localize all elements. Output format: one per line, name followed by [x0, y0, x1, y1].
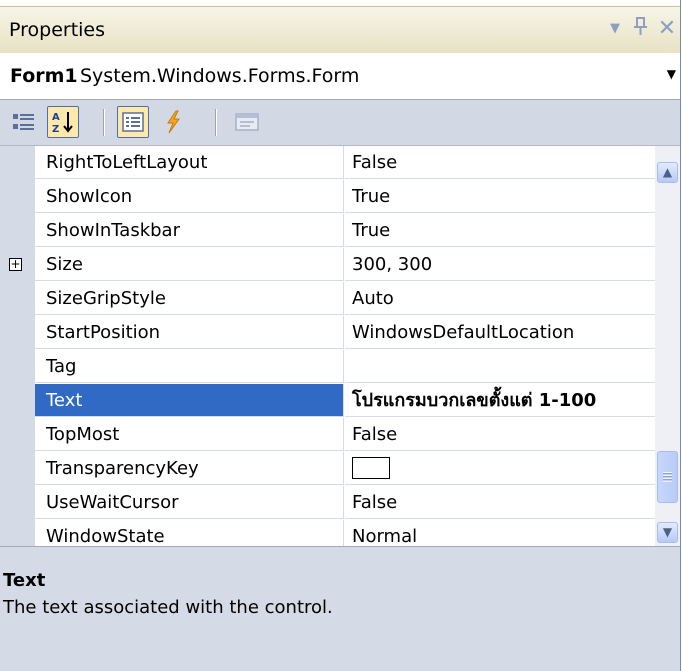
grip-icon: [663, 472, 672, 482]
events-button[interactable]: [157, 106, 189, 138]
property-row-tag[interactable]: Tag: [0, 350, 655, 384]
object-type: System.Windows.Forms.Form: [80, 65, 360, 87]
object-selector[interactable]: Form1 System.Windows.Forms.Form ▼: [0, 53, 680, 100]
pin-icon[interactable]: [630, 16, 652, 42]
close-icon[interactable]: ✕: [656, 16, 678, 42]
properties-window: Properties ▼ ✕ Form1 System.Windows.Form…: [0, 0, 681, 671]
row-gutter: [0, 418, 35, 452]
property-value[interactable]: 300, 300: [345, 248, 655, 281]
property-value[interactable]: [345, 350, 655, 383]
row-gutter: [0, 214, 35, 248]
alphabetical-button[interactable]: A Z: [47, 106, 79, 138]
property-name: UseWaitCursor: [35, 486, 344, 519]
toolbar-separator: [103, 109, 105, 136]
property-row-right-to-left-layout[interactable]: RightToLeftLayout False: [0, 146, 655, 180]
scroll-up-icon[interactable]: ▲: [657, 162, 678, 183]
property-row-show-icon[interactable]: ShowIcon True: [0, 180, 655, 214]
expand-plus-icon[interactable]: +: [9, 258, 22, 271]
property-row-start-position[interactable]: StartPosition WindowsDefaultLocation: [0, 316, 655, 350]
toolbar: A Z: [0, 100, 680, 146]
row-gutter: [0, 282, 35, 316]
property-name: ShowIcon: [35, 180, 344, 213]
property-name: Tag: [35, 350, 344, 383]
row-gutter: [0, 316, 35, 350]
categorized-button[interactable]: [8, 106, 40, 138]
properties-icon: [122, 112, 144, 132]
vertical-scrollbar[interactable]: ▲ ▼: [655, 146, 680, 546]
property-row-size[interactable]: + Size 300, 300: [0, 248, 655, 282]
property-value[interactable]: [345, 452, 655, 485]
property-name: TopMost: [35, 418, 344, 451]
property-row-use-wait-cursor[interactable]: UseWaitCursor False: [0, 486, 655, 520]
property-row-size-grip-style[interactable]: SizeGripStyle Auto: [0, 282, 655, 316]
property-value[interactable]: โปรแกรมบวกเลขตั้งแต่ 1-100: [345, 384, 655, 417]
property-row-text[interactable]: Text โปรแกรมบวกเลขตั้งแต่ 1-100: [0, 384, 655, 418]
row-gutter: [0, 452, 35, 486]
property-value[interactable]: True: [345, 180, 655, 213]
color-swatch: [352, 456, 390, 479]
properties-button[interactable]: [117, 106, 149, 138]
property-name: TransparencyKey: [35, 452, 344, 485]
property-value[interactable]: False: [345, 146, 655, 179]
property-row-window-state[interactable]: WindowState Normal: [0, 520, 655, 546]
property-value[interactable]: Auto: [345, 282, 655, 315]
property-row-top-most[interactable]: TopMost False: [0, 418, 655, 452]
row-gutter: +: [0, 248, 35, 282]
categorized-icon: [13, 114, 34, 130]
object-name: Form1: [10, 65, 78, 87]
sort-az-icon: A Z: [52, 112, 73, 134]
row-gutter: [0, 520, 35, 546]
svg-text:Z: Z: [52, 124, 59, 134]
property-value[interactable]: Normal: [345, 520, 655, 546]
property-grid: RightToLeftLayout False ShowIcon True Sh…: [0, 146, 655, 546]
description-pane: Text The text associated with the contro…: [0, 551, 680, 671]
description-text: The text associated with the control.: [3, 597, 333, 618]
property-name: SizeGripStyle: [35, 282, 344, 315]
chevron-down-icon[interactable]: ▼: [604, 16, 626, 42]
row-gutter: [0, 350, 35, 384]
toolbar-separator: [215, 109, 217, 136]
lightning-icon: [167, 110, 180, 134]
title-bar: Properties ▼ ✕: [0, 6, 680, 54]
property-name: Size: [35, 248, 344, 281]
row-gutter: [0, 384, 35, 418]
row-gutter: [0, 146, 35, 180]
property-pages-button[interactable]: [231, 106, 263, 138]
property-value[interactable]: False: [345, 418, 655, 451]
property-name: WindowState: [35, 520, 344, 546]
property-pages-icon: [235, 113, 259, 131]
description-title: Text: [3, 570, 46, 591]
chevron-down-icon[interactable]: ▼: [667, 67, 676, 81]
row-gutter: [0, 180, 35, 214]
property-name: StartPosition: [35, 316, 344, 349]
svg-text:A: A: [52, 112, 60, 123]
scroll-down-icon[interactable]: ▼: [657, 522, 678, 543]
window-title: Properties: [9, 19, 106, 41]
property-name: RightToLeftLayout: [35, 146, 344, 179]
property-name: Text: [35, 384, 344, 417]
property-value[interactable]: WindowsDefaultLocation: [345, 316, 655, 349]
property-name: ShowInTaskbar: [35, 214, 344, 247]
scroll-thumb[interactable]: [657, 451, 678, 503]
property-value[interactable]: True: [345, 214, 655, 247]
row-gutter: [0, 486, 35, 520]
property-row-transparency-key[interactable]: TransparencyKey: [0, 452, 655, 486]
property-value[interactable]: False: [345, 486, 655, 519]
property-row-show-in-taskbar[interactable]: ShowInTaskbar True: [0, 214, 655, 248]
